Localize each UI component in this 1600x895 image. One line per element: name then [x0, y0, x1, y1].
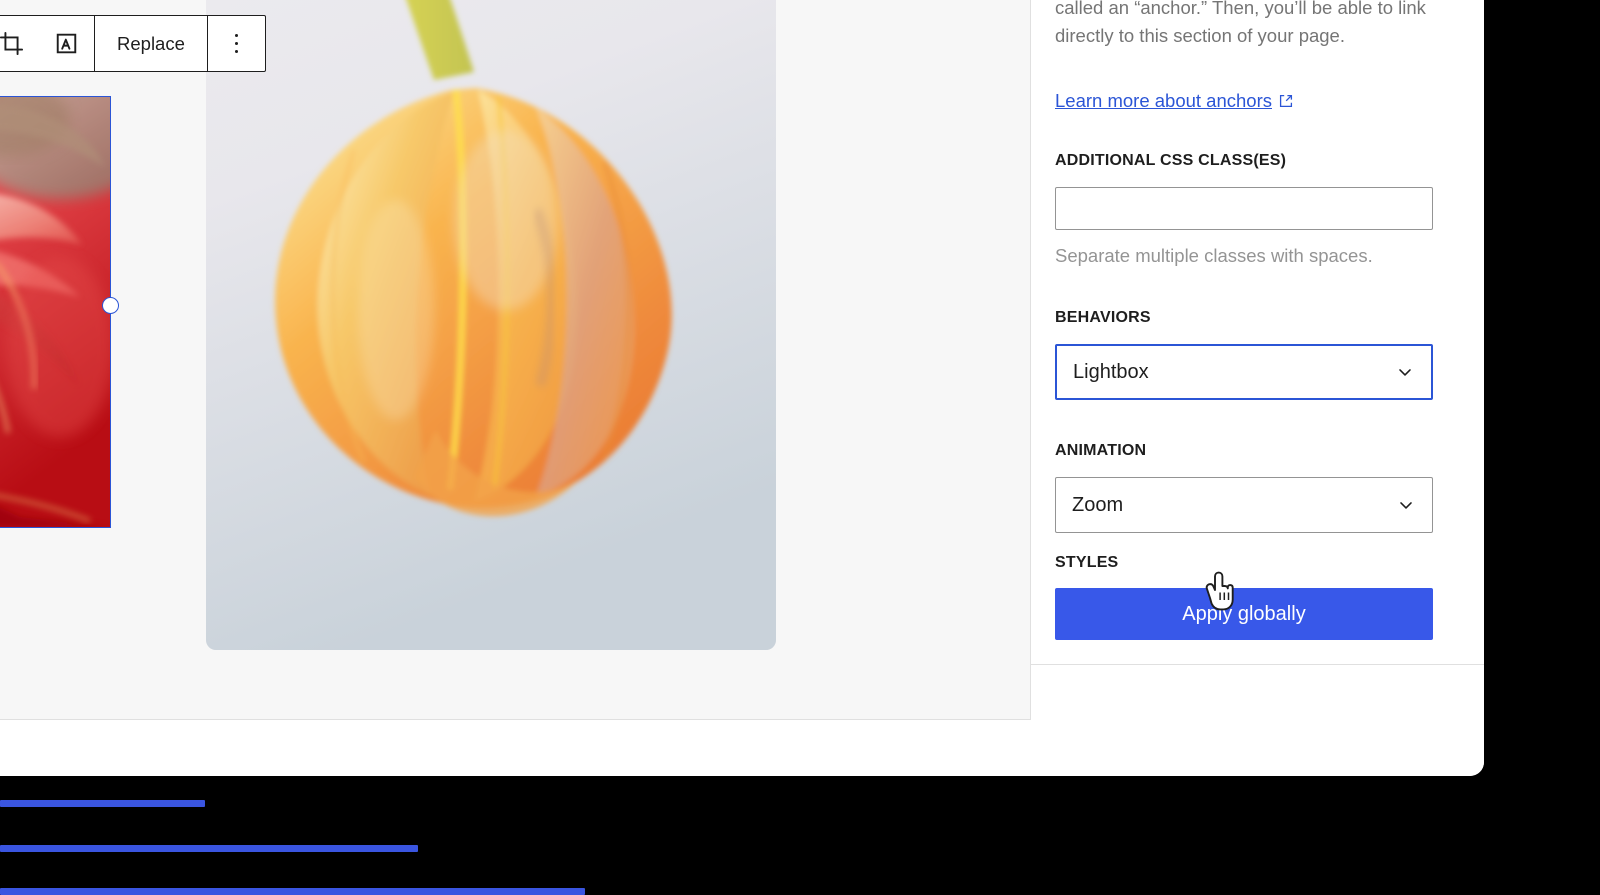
- add-text-over-image-icon[interactable]: [39, 16, 94, 71]
- chevron-down-icon: [1395, 362, 1415, 382]
- toolbar-icon-group: [0, 16, 94, 71]
- tulip-image: [206, 0, 776, 650]
- chevron-down-icon: [1396, 495, 1416, 515]
- kebab-dot: [235, 34, 238, 37]
- crop-icon[interactable]: [0, 16, 39, 71]
- learn-more-about-anchors-link[interactable]: Learn more about anchors: [1055, 90, 1294, 112]
- behaviors-select[interactable]: Lightbox: [1055, 344, 1433, 400]
- resize-handle-right[interactable]: [102, 297, 119, 314]
- block-inspector-panel: Enter a word or two — without spaces — t…: [1030, 0, 1484, 720]
- behaviors-label: BEHAVIORS: [1055, 309, 1151, 327]
- desktop-bar-1: [0, 800, 205, 807]
- tulip-image-block[interactable]: [206, 0, 776, 650]
- css-classes-label: ADDITIONAL CSS CLASS(ES): [1055, 152, 1286, 170]
- animation-select[interactable]: Zoom: [1055, 477, 1433, 533]
- block-toolbar: Replace: [0, 15, 266, 72]
- editor-canvas: Replace: [0, 0, 1030, 720]
- dahlia-image-block[interactable]: [0, 97, 110, 527]
- animation-label: ANIMATION: [1055, 442, 1146, 460]
- anchor-help-text: Enter a word or two — without spaces — t…: [1055, 0, 1443, 50]
- kebab-dot: [235, 42, 238, 45]
- inspector-bottom-divider: [1031, 664, 1484, 665]
- animation-selected-value: Zoom: [1072, 494, 1396, 517]
- behaviors-selected-value: Lightbox: [1073, 361, 1395, 384]
- desktop-bar-2: [0, 845, 418, 852]
- desktop-bars: [0, 780, 1600, 891]
- more-options-icon[interactable]: [208, 16, 265, 71]
- replace-button[interactable]: Replace: [95, 16, 207, 71]
- external-link-icon: [1278, 93, 1294, 109]
- css-classes-input[interactable]: [1055, 187, 1433, 230]
- desktop-bar-3: [0, 888, 585, 895]
- styles-label: STYLES: [1055, 554, 1118, 572]
- window-bottom-strip: [0, 720, 1484, 776]
- kebab-dot: [235, 50, 238, 53]
- browser-window: Replace Enter a word or two — without sp…: [0, 0, 1484, 776]
- apply-globally-button[interactable]: Apply globally: [1055, 588, 1433, 640]
- css-classes-help-text: Separate multiple classes with spaces.: [1055, 245, 1373, 267]
- dahlia-image: [0, 97, 110, 527]
- learn-more-anchors-label: Learn more about anchors: [1055, 90, 1272, 112]
